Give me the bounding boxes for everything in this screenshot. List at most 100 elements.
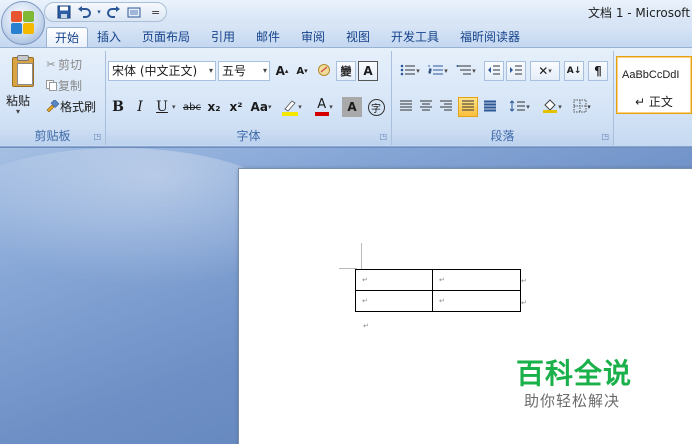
format-painter-label: 格式刷	[60, 99, 97, 114]
table-cell[interactable]: ↵	[432, 269, 521, 291]
brush-icon	[44, 100, 60, 112]
italic-button[interactable]: I	[130, 97, 150, 117]
line-spacing-button[interactable]: ▾	[506, 97, 534, 117]
align-right-button[interactable]	[436, 97, 456, 117]
align-right-icon	[439, 100, 453, 115]
cut-button[interactable]: ✂ 剪切	[44, 55, 82, 73]
table-cell[interactable]: ↵	[432, 290, 521, 312]
clipboard-group: 粘贴 ▾ ✂ 剪切 复制 格式刷 剪贴板 ◳	[0, 51, 106, 145]
align-center-icon	[419, 100, 433, 115]
tab-mailings[interactable]: 邮件	[256, 27, 280, 48]
bold-button[interactable]: B	[108, 97, 128, 117]
align-left-button[interactable]	[396, 97, 416, 117]
office-button[interactable]	[1, 1, 45, 45]
chevron-down-icon: ▾	[208, 66, 213, 75]
copy-button[interactable]: 复制	[44, 76, 82, 94]
paragraph-mark: ↵	[363, 322, 369, 330]
sort-icon: A↓	[566, 66, 582, 76]
style-normal-label: ↵ 正文	[635, 95, 673, 109]
justify-icon	[461, 100, 475, 115]
tab-view[interactable]: 视图	[346, 27, 370, 48]
window-title: 文档 1 - Microsoft	[588, 6, 691, 20]
tab-review[interactable]: 审阅	[301, 27, 325, 48]
tab-foxit-reader[interactable]: 福昕阅读器	[460, 27, 520, 48]
font-name-combo[interactable]: 宋体 (中文正文) ▾	[108, 61, 216, 81]
distribute-icon	[483, 100, 497, 115]
sort-button[interactable]: A↓	[564, 61, 584, 81]
office-logo-icon	[11, 11, 35, 35]
font-color-button[interactable]: A ▾	[310, 97, 338, 117]
subscript-button[interactable]: x₂	[204, 97, 224, 117]
clipboard-dialog-launcher-icon[interactable]: ◳	[93, 132, 101, 141]
scissors-icon: ✂	[46, 57, 56, 71]
shrink-font-button[interactable]: A ▾	[292, 61, 312, 81]
distribute-button[interactable]	[480, 97, 500, 117]
undo-icon[interactable]	[75, 4, 93, 20]
highlighter-icon	[282, 98, 299, 116]
superscript-button[interactable]: x²	[226, 97, 246, 117]
show-marks-button[interactable]: ¶	[588, 61, 608, 81]
highlight-button[interactable]: ▾	[278, 97, 306, 117]
redo-icon[interactable]	[105, 4, 123, 20]
numbering-button[interactable]: ▾	[424, 61, 452, 81]
chinese-layout-button[interactable]: ✕ ▾	[530, 61, 560, 81]
watermark-subtitle: 助你轻松解决	[524, 392, 621, 410]
font-group-label: 字体	[106, 128, 391, 145]
paragraph-dialog-launcher-icon[interactable]: ◳	[601, 132, 609, 141]
change-case-icon: Aa	[250, 100, 268, 114]
change-case-button[interactable]: Aa ▾	[248, 97, 274, 117]
enclose-characters-icon: 字	[367, 98, 385, 116]
font-size-value: 五号	[222, 64, 247, 78]
phonetic-guide-button[interactable]: 變	[336, 61, 356, 81]
clipboard-group-label: 剪贴板	[0, 128, 105, 145]
bullets-button[interactable]: ▾	[396, 61, 424, 81]
watermark-title: 百科全说	[516, 357, 633, 390]
save-icon[interactable]	[55, 4, 73, 20]
copy-label: 复制	[58, 78, 83, 93]
table-cell[interactable]: ↵	[355, 269, 433, 291]
style-sample-text: AaBbCcDdI	[622, 69, 680, 81]
shading-button[interactable]: ▾	[538, 97, 566, 117]
multilevel-list-button[interactable]: ▾	[452, 61, 480, 81]
font-dialog-launcher-icon[interactable]: ◳	[379, 132, 387, 141]
tab-home[interactable]: 开始	[46, 27, 88, 48]
table-cell[interactable]: ↵	[355, 290, 433, 312]
clear-formatting-button[interactable]	[314, 61, 334, 81]
pilcrow-icon: ¶	[594, 64, 602, 78]
print-preview-icon[interactable]	[125, 4, 143, 20]
decrease-indent-button[interactable]	[484, 61, 504, 81]
character-border-button[interactable]: A	[358, 61, 378, 81]
style-normal-tile[interactable]: AaBbCcDdI ↵ 正文	[616, 56, 692, 114]
format-painter-button[interactable]: 格式刷	[44, 97, 96, 115]
font-group: 宋体 (中文正文) ▾ 五号 ▾ A▴ A▾ 變 A B I U ▾ abc	[106, 51, 392, 145]
character-shading-button[interactable]: A	[342, 97, 362, 117]
tab-page-layout[interactable]: 页面布局	[142, 27, 190, 48]
ribbon: 粘贴 ▾ ✂ 剪切 复制 格式刷 剪贴板 ◳ 宋体 (中文正文) ▾ 五号 ▾ …	[0, 47, 692, 147]
increase-indent-button[interactable]	[506, 61, 526, 81]
underline-dropdown-icon[interactable]: ▾	[172, 103, 176, 111]
undo-dropdown-icon[interactable]: ▾	[95, 4, 103, 20]
enclose-characters-button[interactable]: 字	[366, 97, 386, 117]
paste-button[interactable]: 粘贴 ▾	[2, 51, 40, 123]
multilevel-list-icon	[456, 64, 472, 79]
grow-font-button[interactable]: A ▴	[272, 61, 292, 81]
borders-button[interactable]: ▾	[568, 97, 596, 117]
customize-qat-icon[interactable]: =	[151, 6, 160, 19]
margin-corner-mark	[361, 243, 362, 269]
strikethrough-button[interactable]: abc	[180, 97, 204, 117]
strikethrough-icon: abc	[183, 101, 201, 113]
justify-button[interactable]	[458, 97, 478, 117]
tab-references[interactable]: 引用	[211, 27, 235, 48]
increase-indent-icon	[509, 64, 523, 79]
tab-developer[interactable]: 开发工具	[391, 27, 439, 48]
underline-button[interactable]: U	[152, 97, 172, 117]
copy-icon	[44, 79, 58, 91]
font-color-icon: A	[315, 97, 330, 116]
tab-insert[interactable]: 插入	[97, 27, 121, 48]
shrink-font-icon: A	[296, 65, 305, 77]
align-center-button[interactable]	[416, 97, 436, 117]
document-page[interactable]: ↵ ↵ ↵ ↵ ↵ ↵ ↵	[238, 168, 692, 444]
paste-dropdown-icon: ▾	[16, 107, 21, 116]
font-size-combo[interactable]: 五号 ▾	[218, 61, 270, 81]
document-table[interactable]: ↵ ↵ ↵ ↵	[355, 269, 521, 312]
